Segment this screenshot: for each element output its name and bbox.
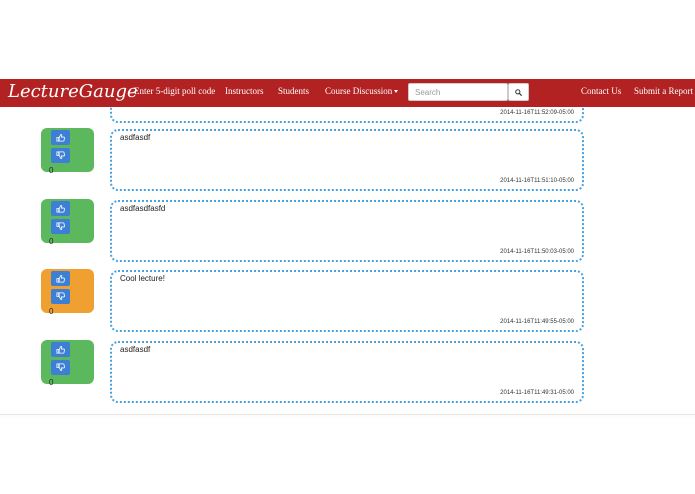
thumbs-up-icon xyxy=(56,345,65,354)
comment-box: Cool lecture! 2014-11-16T11:49:55-05:00 xyxy=(110,270,584,332)
upvote-button[interactable] xyxy=(51,342,70,357)
downvote-button[interactable] xyxy=(51,360,70,375)
search-button[interactable] xyxy=(508,83,529,101)
caret-down-icon xyxy=(394,90,399,94)
thumbs-up-icon xyxy=(56,204,65,213)
thumbs-down-icon xyxy=(56,363,65,372)
thumbs-down-icon xyxy=(56,292,65,301)
search-input[interactable] xyxy=(408,83,508,101)
comment-box: asdfasdf 2014-11-16T11:51:10-05:00 xyxy=(110,129,584,191)
comment-text: asdfasdf xyxy=(120,345,151,354)
comment-timestamp: 2014-11-16T11:51:10-05:00 xyxy=(500,178,574,184)
comment-text: Cool lecture! xyxy=(120,274,165,283)
comment-timestamp: 2014-11-16T11:49:55-05:00 xyxy=(500,319,574,325)
upvote-button[interactable] xyxy=(51,271,70,286)
nav-contact-us[interactable]: Contact Us xyxy=(581,86,621,96)
comment-box: asdfasdfasfd 2014-11-16T11:50:03-05:00 xyxy=(110,200,584,262)
upvote-button[interactable] xyxy=(51,201,70,216)
comment-feed[interactable]: 2014-11-16T11:52:09-05:00 0 asdfasdf 201… xyxy=(0,107,695,415)
search-icon xyxy=(515,88,522,96)
nav-students[interactable]: Students xyxy=(278,86,309,96)
thumbs-down-icon xyxy=(56,151,65,160)
vote-panel: 0 xyxy=(41,199,94,246)
upvote-button[interactable] xyxy=(51,130,70,145)
vote-panel: 0 xyxy=(41,340,94,387)
downvote-button[interactable] xyxy=(51,148,70,163)
nav-course-discussion-label: Course Discussion xyxy=(325,86,393,96)
vote-count: 0 xyxy=(49,378,54,387)
thumbs-up-icon xyxy=(56,133,65,142)
nav-submit-report-label: Submit a Report xyxy=(634,86,693,96)
vote-panel: 0 xyxy=(41,128,94,175)
nav-poll-code[interactable]: Enter 5-digit poll code xyxy=(134,86,215,96)
thumbs-down-icon xyxy=(56,222,65,231)
comment-text: asdfasdfasfd xyxy=(120,204,166,213)
comment-box-partial: 2014-11-16T11:52:09-05:00 xyxy=(110,107,584,123)
nav-course-discussion-dropdown[interactable]: Course Discussion xyxy=(325,86,399,96)
comment-timestamp: 2014-11-16T11:50:03-05:00 xyxy=(500,249,574,255)
comment-timestamp: 2014-11-16T11:52:09-05:00 xyxy=(500,110,574,116)
brand-logo[interactable]: LectureGauge xyxy=(8,81,138,102)
nav-instructors[interactable]: Instructors xyxy=(225,86,264,96)
vote-count: 0 xyxy=(49,307,54,316)
comment-box: asdfasdf 2014-11-16T11:49:31-05:00 xyxy=(110,341,584,403)
comment-text: asdfasdf xyxy=(120,133,151,142)
vote-panel: 0 xyxy=(41,269,94,316)
navbar: LectureGauge Enter 5-digit poll code Ins… xyxy=(0,79,695,107)
comment-timestamp: 2014-11-16T11:49:31-05:00 xyxy=(500,390,574,396)
vote-count: 0 xyxy=(49,237,54,246)
page-divider xyxy=(0,414,695,415)
vote-count: 0 xyxy=(49,166,54,175)
downvote-button[interactable] xyxy=(51,289,70,304)
nav-submit-report-dropdown[interactable]: Submit a Report xyxy=(634,86,695,96)
downvote-button[interactable] xyxy=(51,219,70,234)
thumbs-up-icon xyxy=(56,274,65,283)
